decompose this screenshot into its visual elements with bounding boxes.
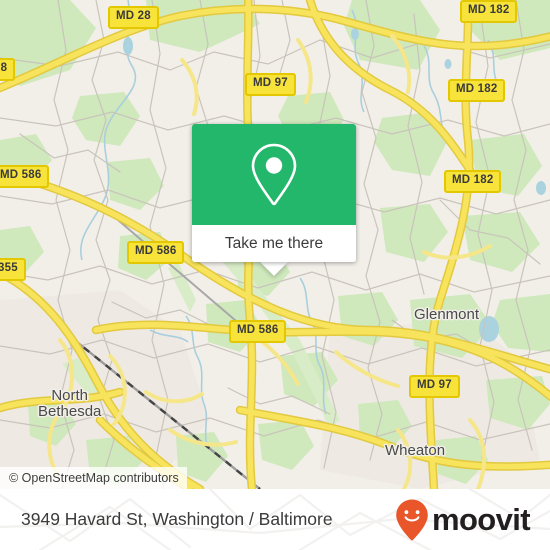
highway-shield-355[interactable]: 355 [0,258,26,281]
highway-shield-md586-center[interactable]: MD 586 [229,320,287,343]
highway-shield-md586-upper[interactable]: MD 586 [127,241,185,264]
map-canvas[interactable]: MD 28 28 MD 97 MD 182 MD 182 MD 182 MD 5… [0,0,550,489]
popup-pointer [259,261,289,276]
highway-shield-md97-lower[interactable]: MD 97 [409,375,460,398]
take-me-there-button[interactable]: Take me there [192,225,356,262]
place-label-north-bethesda: North Bethesda [38,387,102,421]
moovit-wordmark: moovit [431,502,531,537]
highway-shield-md182-upper[interactable]: MD 182 [448,79,506,102]
moovit-brand: moovit [395,498,531,542]
highway-shield-28-left[interactable]: 28 [0,58,16,81]
place-label-glenmont: Glenmont [414,306,480,323]
moovit-map-screenshot: MD 28 28 MD 97 MD 182 MD 182 MD 182 MD 5… [0,0,550,550]
address-label: 3949 Havard St, Washington / Baltimore [21,509,333,529]
highway-shield-md182-top[interactable]: MD 182 [460,0,518,23]
take-me-there-label: Take me there [224,234,324,252]
moovit-pin-smiley-icon [396,499,428,540]
place-label-line-1: North [51,387,89,404]
osm-attribution[interactable]: © OpenStreetMap contributors [0,467,187,489]
osm-attribution-text: © OpenStreetMap contributors [9,471,179,485]
map-pin-icon [251,143,297,205]
highway-shield-md97-top[interactable]: MD 97 [245,73,296,96]
footer-bar: 3949 Havard St, Washington / Baltimore m… [0,489,550,550]
highway-shield-md28-top[interactable]: MD 28 [108,6,159,29]
location-popup-card[interactable]: Take me there [192,124,356,262]
popup-image-area [192,124,356,225]
highway-shield-md586-left[interactable]: MD 586 [0,165,50,188]
place-label-wheaton: Wheaton [385,442,446,459]
highway-shield-md182-mid[interactable]: MD 182 [444,170,502,193]
place-label-line-2: Bethesda [38,403,102,421]
